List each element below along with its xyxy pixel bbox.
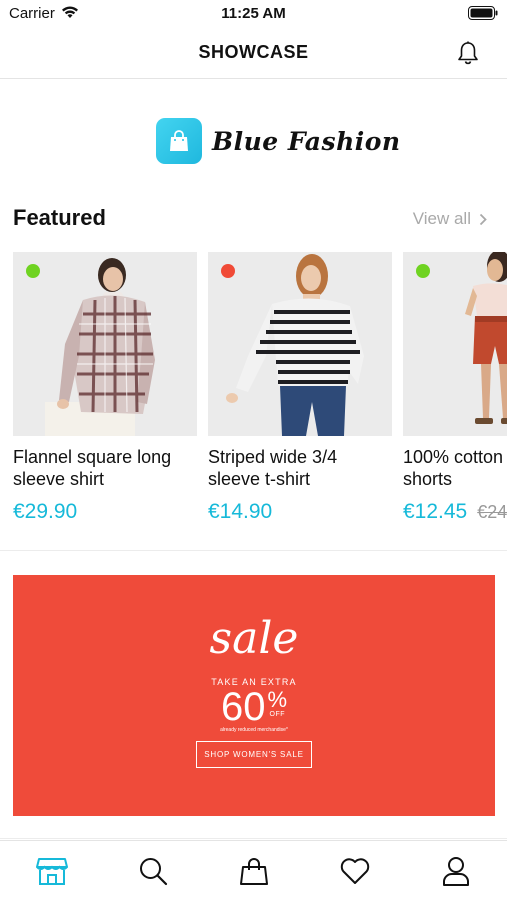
- chevron-right-icon: [479, 213, 487, 225]
- sale-heading: sale: [209, 613, 299, 664]
- product-price: €29.90: [13, 500, 78, 523]
- brand-name: Blue Fashion: [212, 126, 401, 156]
- product-image[interactable]: [208, 252, 392, 436]
- heart-icon: [340, 858, 370, 884]
- product-card[interactable]: Flannel square long sleeve shirt €29.90: [13, 252, 197, 524]
- off-label: OFF: [269, 711, 285, 718]
- percent-side: % OFF: [267, 687, 288, 719]
- section-divider: [0, 550, 507, 551]
- shop-womens-sale-button[interactable]: SHOP WOMEN'S SALE: [196, 741, 312, 768]
- tab-profile[interactable]: [438, 853, 474, 889]
- product-price: €14.90: [208, 500, 273, 523]
- battery-icon: [468, 6, 498, 20]
- woman-belted-shorts-photo: [465, 252, 507, 424]
- store-icon: [36, 858, 68, 885]
- product-old-price: €24.90: [477, 502, 507, 522]
- product-name[interactable]: Striped wide 3/4 sleeve t-shirt: [208, 446, 392, 490]
- discount-percent: 60 % OFF: [13, 685, 495, 729]
- bell-icon[interactable]: [455, 40, 481, 66]
- nav-bar: SHOWCASE: [0, 28, 507, 79]
- shopping-bag-icon: [240, 858, 268, 885]
- tab-search[interactable]: [135, 853, 171, 889]
- tab-store[interactable]: [34, 853, 70, 889]
- product-name[interactable]: 100% cotton belted shorts: [403, 446, 507, 490]
- user-icon: [443, 857, 469, 886]
- price-row: €12.45 €24.90: [403, 500, 507, 524]
- search-icon: [140, 858, 168, 886]
- tab-wishlist[interactable]: [337, 853, 373, 889]
- percent-sign: %: [267, 687, 288, 712]
- page-title: SHOWCASE: [198, 42, 309, 62]
- percent-number: 60: [220, 685, 266, 729]
- section-divider: [0, 838, 507, 839]
- woman-striped-tshirt-photo: [226, 254, 364, 436]
- price-row: €14.90: [208, 500, 392, 524]
- shopping-bag-icon: [156, 118, 202, 164]
- view-all-link[interactable]: View all: [413, 209, 487, 229]
- product-card[interactable]: 100% cotton belted shorts €12.45 €24.90: [403, 252, 507, 524]
- product-price: €12.45: [403, 500, 468, 523]
- tab-bag[interactable]: [236, 853, 272, 889]
- status-dot: [26, 264, 40, 278]
- price-row: €29.90: [13, 500, 197, 524]
- status-time: 11:25 AM: [221, 5, 286, 22]
- product-name[interactable]: Flannel square long sleeve shirt: [13, 446, 197, 490]
- view-all-label: View all: [412, 209, 471, 228]
- status-dot: [221, 264, 235, 278]
- product-card[interactable]: Striped wide 3/4 sleeve t-shirt €14.90: [208, 252, 392, 524]
- featured-carousel[interactable]: Flannel square long sleeve shirt €29.90: [0, 252, 507, 532]
- status-dot: [416, 264, 430, 278]
- product-image[interactable]: [403, 252, 507, 436]
- fine-print: already reduced merchandise*: [220, 727, 288, 733]
- sale-banner[interactable]: sale TAKE AN EXTRA 60 % OFF already redu…: [13, 575, 495, 816]
- section-title-featured: Featured: [13, 205, 106, 230]
- brand-logo: Blue Fashion: [156, 118, 401, 164]
- woman-plaid-shirt-photo: [45, 258, 155, 436]
- tab-bar: [0, 840, 507, 900]
- status-bar: Carrier 11:25 AM: [0, 0, 507, 28]
- product-image[interactable]: [13, 252, 197, 436]
